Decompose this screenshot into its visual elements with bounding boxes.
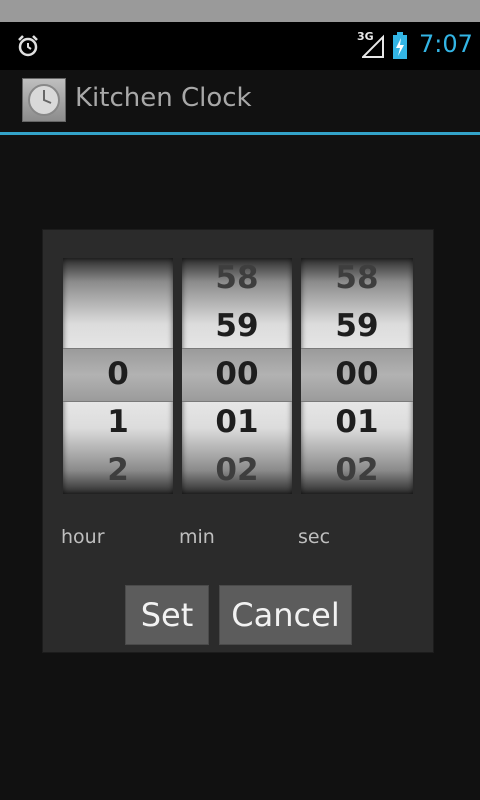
minute-value: 59	[215, 308, 259, 344]
second-wheel[interactable]: 58 59 00 01 02	[301, 258, 413, 494]
minute-value: 01	[215, 404, 259, 440]
second-value-selected: 00	[335, 356, 379, 392]
status-bar: 3G 7:07	[0, 22, 480, 70]
second-value: 01	[335, 404, 379, 440]
clock-face-icon	[28, 84, 60, 116]
battery-charging-icon	[393, 32, 407, 59]
sec-label: sec	[298, 526, 331, 548]
hour-wheel[interactable]: 0 1 2	[63, 258, 173, 494]
minute-value: 58	[215, 260, 259, 296]
status-clock: 7:07	[419, 30, 473, 58]
action-bar: Kitchen Clock	[0, 70, 480, 135]
hour-value: 1	[107, 404, 129, 440]
hour-label: hour	[61, 526, 105, 548]
cancel-button[interactable]: Cancel	[219, 585, 352, 645]
hour-value: 2	[107, 452, 129, 488]
second-value: 59	[335, 308, 379, 344]
set-button[interactable]: Set	[125, 585, 209, 645]
minute-value: 02	[215, 452, 259, 488]
minute-wheel[interactable]: 58 59 00 01 02	[182, 258, 292, 494]
time-picker: 0 1 2 58 59 00 01 02 58 59 00 01 02	[61, 258, 415, 494]
minute-value-selected: 00	[215, 356, 259, 392]
second-value: 58	[335, 260, 379, 296]
hour-value-selected: 0	[107, 356, 129, 392]
signal-icon	[362, 34, 384, 58]
min-label: min	[179, 526, 215, 548]
clock-app-icon[interactable]	[22, 78, 66, 122]
timer-dialog: 0 1 2 58 59 00 01 02 58 59 00 01 02 hour…	[43, 230, 433, 652]
top-strip	[0, 0, 480, 22]
app-title: Kitchen Clock	[75, 83, 252, 113]
second-value: 02	[335, 452, 379, 488]
alarm-icon	[18, 35, 38, 57]
